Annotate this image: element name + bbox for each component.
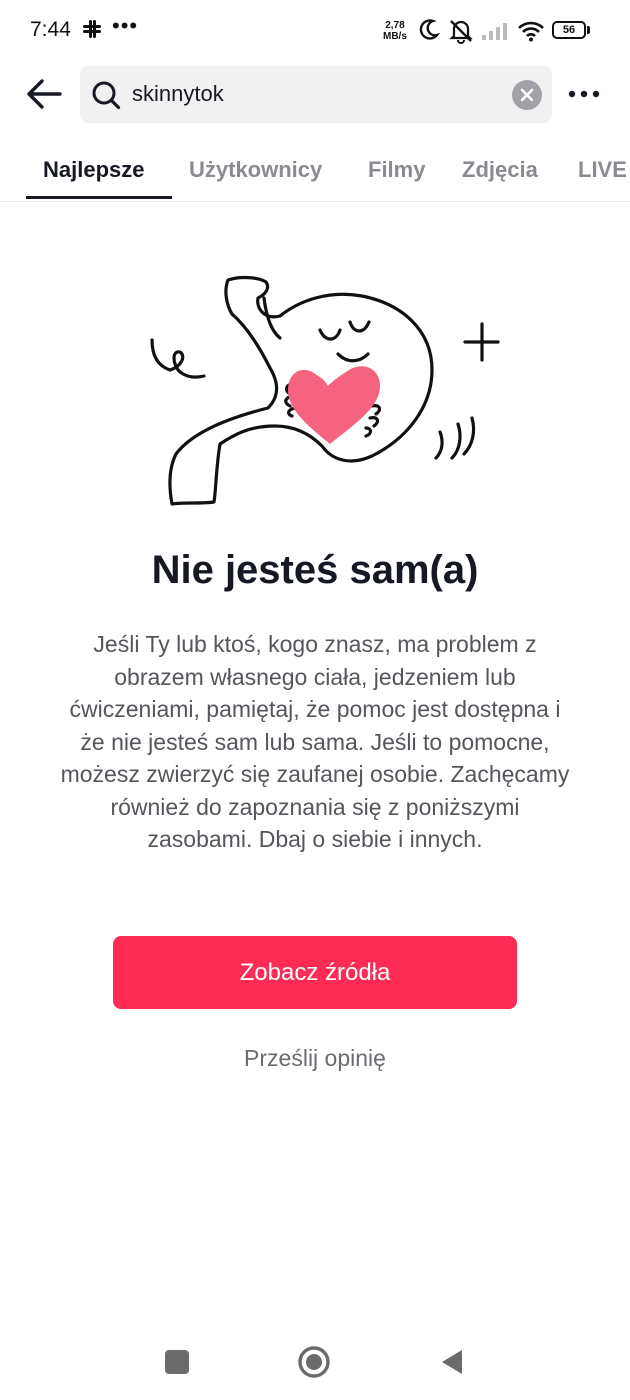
search-tabs: Najlepsze Użytkownicy Filmy Zdjęcia LIVE	[0, 145, 630, 202]
more-icon[interactable]	[566, 80, 602, 108]
tab-live[interactable]: LIVE	[578, 157, 627, 183]
support-message: Jeśli Ty lub ktoś, kogo znasz, ma proble…	[60, 631, 570, 852]
tab-najlepsze[interactable]: Najlepsze	[43, 157, 145, 183]
see-resources-button[interactable]: Zobacz źródła	[113, 936, 517, 1009]
network-speed-unit: MB/s	[383, 31, 407, 42]
moon-icon	[419, 19, 440, 40]
status-bar: 7:44 ••• 2,78 MB/s 56	[0, 0, 630, 62]
page-title: Nie jesteś sam(a)	[151, 548, 479, 592]
network-speed: 2,78 MB/s	[383, 20, 407, 42]
home-button[interactable]	[297, 1345, 331, 1379]
mute-icon	[449, 20, 473, 44]
active-tab-indicator	[26, 196, 172, 199]
tab-zdjecia[interactable]: Zdjęcia	[462, 157, 538, 183]
nav-back-button[interactable]	[440, 1348, 464, 1376]
network-speed-value: 2,78	[385, 20, 405, 31]
tab-uzytkownicy[interactable]: Użytkownicy	[189, 157, 322, 183]
search-icon	[92, 81, 121, 110]
signal-icon	[482, 23, 507, 40]
battery-tip	[587, 26, 590, 34]
back-arrow-icon[interactable]	[24, 74, 64, 114]
clear-search-button[interactable]	[512, 80, 542, 110]
tab-filmy[interactable]: Filmy	[368, 157, 425, 183]
battery-icon: 56	[552, 21, 586, 39]
search-bar[interactable]: skinnytok	[80, 66, 552, 123]
search-input[interactable]: skinnytok	[132, 81, 224, 107]
slack-icon	[83, 20, 101, 38]
send-feedback-link[interactable]: Prześlij opinię	[0, 1045, 630, 1072]
recent-apps-button[interactable]	[165, 1350, 189, 1374]
stomach-heart-illustration	[150, 275, 500, 506]
clear-icon	[520, 88, 534, 102]
status-time: 7:44	[30, 18, 71, 41]
wifi-icon	[518, 21, 544, 42]
more-dots-icon: •••	[112, 13, 139, 38]
